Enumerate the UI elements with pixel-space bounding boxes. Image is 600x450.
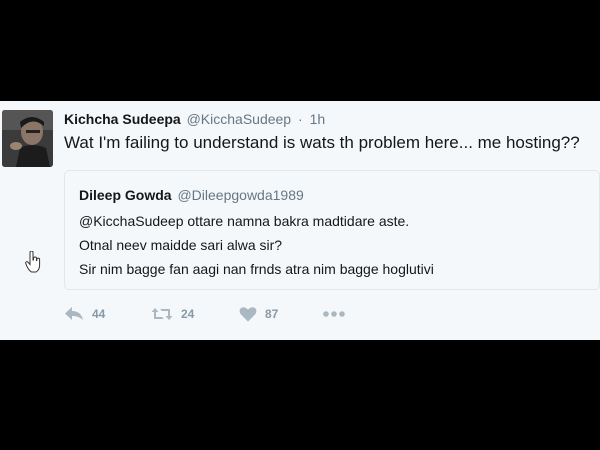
retweet-count: 24 [181,307,195,321]
more-button[interactable] [322,302,346,326]
tweet-actions: 44 24 87 [64,302,364,326]
retweet-icon [151,308,173,320]
like-button[interactable]: 87 [239,302,278,326]
avatar[interactable] [2,110,53,167]
quoted-tweet[interactable]: Dileep Gowda @Dileepgowda1989 @KicchaSud… [64,170,600,290]
reply-icon [65,307,83,320]
reply-count: 44 [92,307,106,321]
heart-icon [239,307,257,322]
separator-dot: · [298,111,303,127]
quoted-tweet-header: Dileep Gowda @Dileepgowda1989 [79,185,304,205]
quoted-tweet-line: Otnal neev maidde sari alwa sir? [79,237,283,253]
quoted-author-handle: @Dileepgowda1989 [177,187,304,203]
bottom-black-band [0,340,600,450]
like-count: 87 [265,307,279,321]
author-handle[interactable]: @KicchaSudeep [187,111,292,127]
quoted-author-name: Dileep Gowda [79,187,172,203]
quoted-tweet-line: @KicchaSudeep ottare namna bakra madtida… [79,213,410,229]
hand-cursor-icon [25,251,41,273]
reply-button[interactable]: 44 [64,302,105,326]
tweet-card[interactable]: Kichcha Sudeepa @KicchaSudeep · 1h Wat I… [0,101,600,340]
top-black-band [0,0,600,101]
retweet-button[interactable]: 24 [151,302,194,326]
author-name[interactable]: Kichcha Sudeepa [64,111,181,127]
tweet-text: Wat I'm failing to understand is wats th… [64,133,580,152]
quoted-tweet-line: Sir nim bagge fan aagi nan frnds atra ni… [79,261,434,277]
tweet-header: Kichcha Sudeepa @KicchaSudeep · 1h [64,109,325,129]
more-icon [323,311,345,317]
tweet-timestamp[interactable]: 1h [310,111,326,127]
avatar-image [2,110,53,167]
